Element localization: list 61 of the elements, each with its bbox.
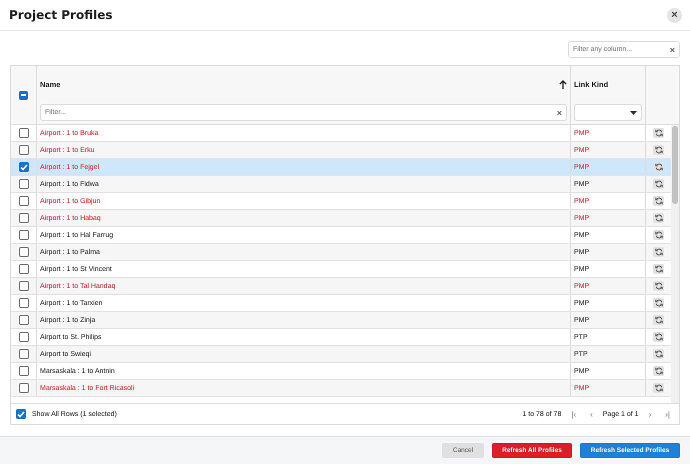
previous-page-button[interactable]: ‹ bbox=[586, 410, 597, 418]
select-all-checkbox[interactable] bbox=[19, 90, 28, 100]
refresh-button[interactable] bbox=[653, 230, 664, 240]
next-page-button[interactable]: › bbox=[644, 410, 656, 418]
refresh-button[interactable] bbox=[653, 264, 664, 274]
refresh-icon bbox=[654, 197, 662, 205]
row-checkbox[interactable] bbox=[18, 128, 28, 138]
close-button[interactable]: × bbox=[667, 8, 682, 22]
row-checkbox[interactable] bbox=[18, 366, 28, 376]
row-checkbox[interactable] bbox=[18, 162, 28, 172]
refresh-icon bbox=[654, 350, 662, 358]
refresh-icon bbox=[654, 282, 662, 290]
first-page-button[interactable]: |‹ bbox=[567, 410, 580, 418]
row-checkbox[interactable] bbox=[18, 281, 28, 291]
refresh-button[interactable] bbox=[653, 162, 664, 172]
row-checkbox[interactable] bbox=[18, 230, 28, 240]
refresh-button[interactable] bbox=[653, 196, 664, 206]
caret-icon bbox=[630, 110, 637, 114]
sort-ascending-icon[interactable] bbox=[559, 80, 567, 89]
scrollbar-thumb[interactable] bbox=[672, 126, 678, 204]
row-checkbox[interactable] bbox=[18, 349, 28, 359]
window-title: Project Profiles bbox=[9, 8, 112, 22]
refresh-button[interactable] bbox=[653, 247, 664, 257]
refresh-icon bbox=[654, 265, 662, 273]
refresh-icon bbox=[654, 129, 662, 137]
row-checkbox[interactable] bbox=[18, 145, 28, 155]
clear-icon[interactable]: × bbox=[670, 44, 675, 54]
refresh-icon bbox=[654, 316, 662, 324]
refresh-icon bbox=[654, 214, 662, 222]
checkbox[interactable] bbox=[16, 409, 26, 419]
refresh-button[interactable] bbox=[653, 332, 664, 342]
refresh-icon bbox=[654, 333, 662, 341]
last-page-button[interactable]: ›| bbox=[661, 410, 674, 418]
refresh-button[interactable] bbox=[653, 315, 664, 325]
refresh-icon bbox=[654, 163, 662, 171]
refresh-button[interactable] bbox=[653, 179, 664, 189]
row-checkbox[interactable] bbox=[18, 264, 28, 274]
row-checkbox[interactable] bbox=[18, 196, 28, 206]
refresh-icon bbox=[654, 367, 662, 375]
refresh-button[interactable] bbox=[653, 298, 664, 308]
refresh-icon bbox=[654, 180, 662, 188]
clear-icon[interactable]: × bbox=[556, 108, 562, 118]
row-checkbox[interactable] bbox=[18, 332, 28, 342]
refresh-button[interactable] bbox=[653, 349, 664, 359]
refresh-button[interactable] bbox=[653, 366, 664, 376]
refresh-icon bbox=[654, 299, 662, 307]
refresh-button[interactable] bbox=[653, 213, 664, 223]
refresh-button[interactable] bbox=[653, 145, 664, 155]
refresh-button[interactable] bbox=[653, 383, 664, 393]
refresh-icon bbox=[654, 248, 662, 256]
row-checkbox[interactable] bbox=[18, 213, 28, 223]
row-checkbox[interactable] bbox=[18, 247, 28, 257]
row-checkbox[interactable] bbox=[18, 383, 28, 393]
refresh-button[interactable] bbox=[653, 281, 664, 291]
refresh-icon bbox=[654, 146, 662, 154]
row-checkbox[interactable] bbox=[18, 298, 28, 308]
row-checkbox[interactable] bbox=[18, 179, 28, 189]
refresh-icon bbox=[654, 231, 662, 239]
refresh-button[interactable] bbox=[653, 128, 664, 138]
row-checkbox[interactable] bbox=[18, 315, 28, 325]
refresh-icon bbox=[654, 384, 662, 392]
